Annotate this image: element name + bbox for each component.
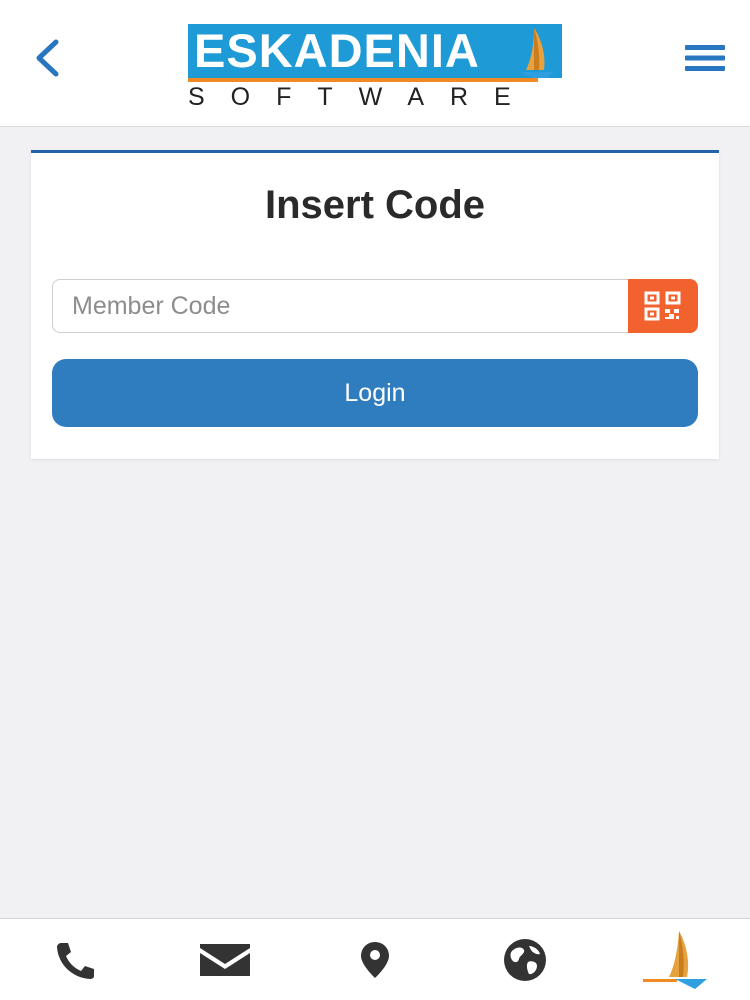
phone-icon xyxy=(57,943,94,979)
hamburger-menu-icon xyxy=(685,45,725,71)
bottom-bar xyxy=(0,918,750,1000)
insert-code-card: Insert Code Login xyxy=(31,150,719,459)
call-button[interactable] xyxy=(35,919,115,1000)
eskadenia-home-button[interactable] xyxy=(634,919,720,1000)
menu-button[interactable] xyxy=(678,34,732,82)
back-button[interactable] xyxy=(22,30,72,86)
envelope-icon xyxy=(200,944,250,976)
map-pin-icon xyxy=(361,942,389,978)
logo-underline xyxy=(188,78,538,82)
login-button[interactable]: Login xyxy=(52,359,698,427)
location-button[interactable] xyxy=(335,919,415,1000)
sailboat-logo-icon xyxy=(643,931,707,989)
logo-subtitle: SOFTWARE xyxy=(188,84,537,110)
logo-text: ESKADENIA xyxy=(194,24,480,77)
globe-icon xyxy=(504,939,546,981)
app-header: ESKADENIA SOFTWARE xyxy=(0,0,750,127)
eskadenia-logo: ESKADENIA SOFTWARE xyxy=(188,24,564,112)
qr-code-icon xyxy=(644,291,681,321)
chevron-left-icon xyxy=(36,39,59,77)
sailboat-icon xyxy=(520,28,554,78)
member-code-input[interactable] xyxy=(52,279,628,333)
email-button[interactable] xyxy=(185,919,265,1000)
qr-scan-button[interactable] xyxy=(628,279,698,333)
logo-banner: ESKADENIA xyxy=(188,24,562,78)
website-button[interactable] xyxy=(485,919,565,1000)
card-title: Insert Code xyxy=(264,183,486,227)
